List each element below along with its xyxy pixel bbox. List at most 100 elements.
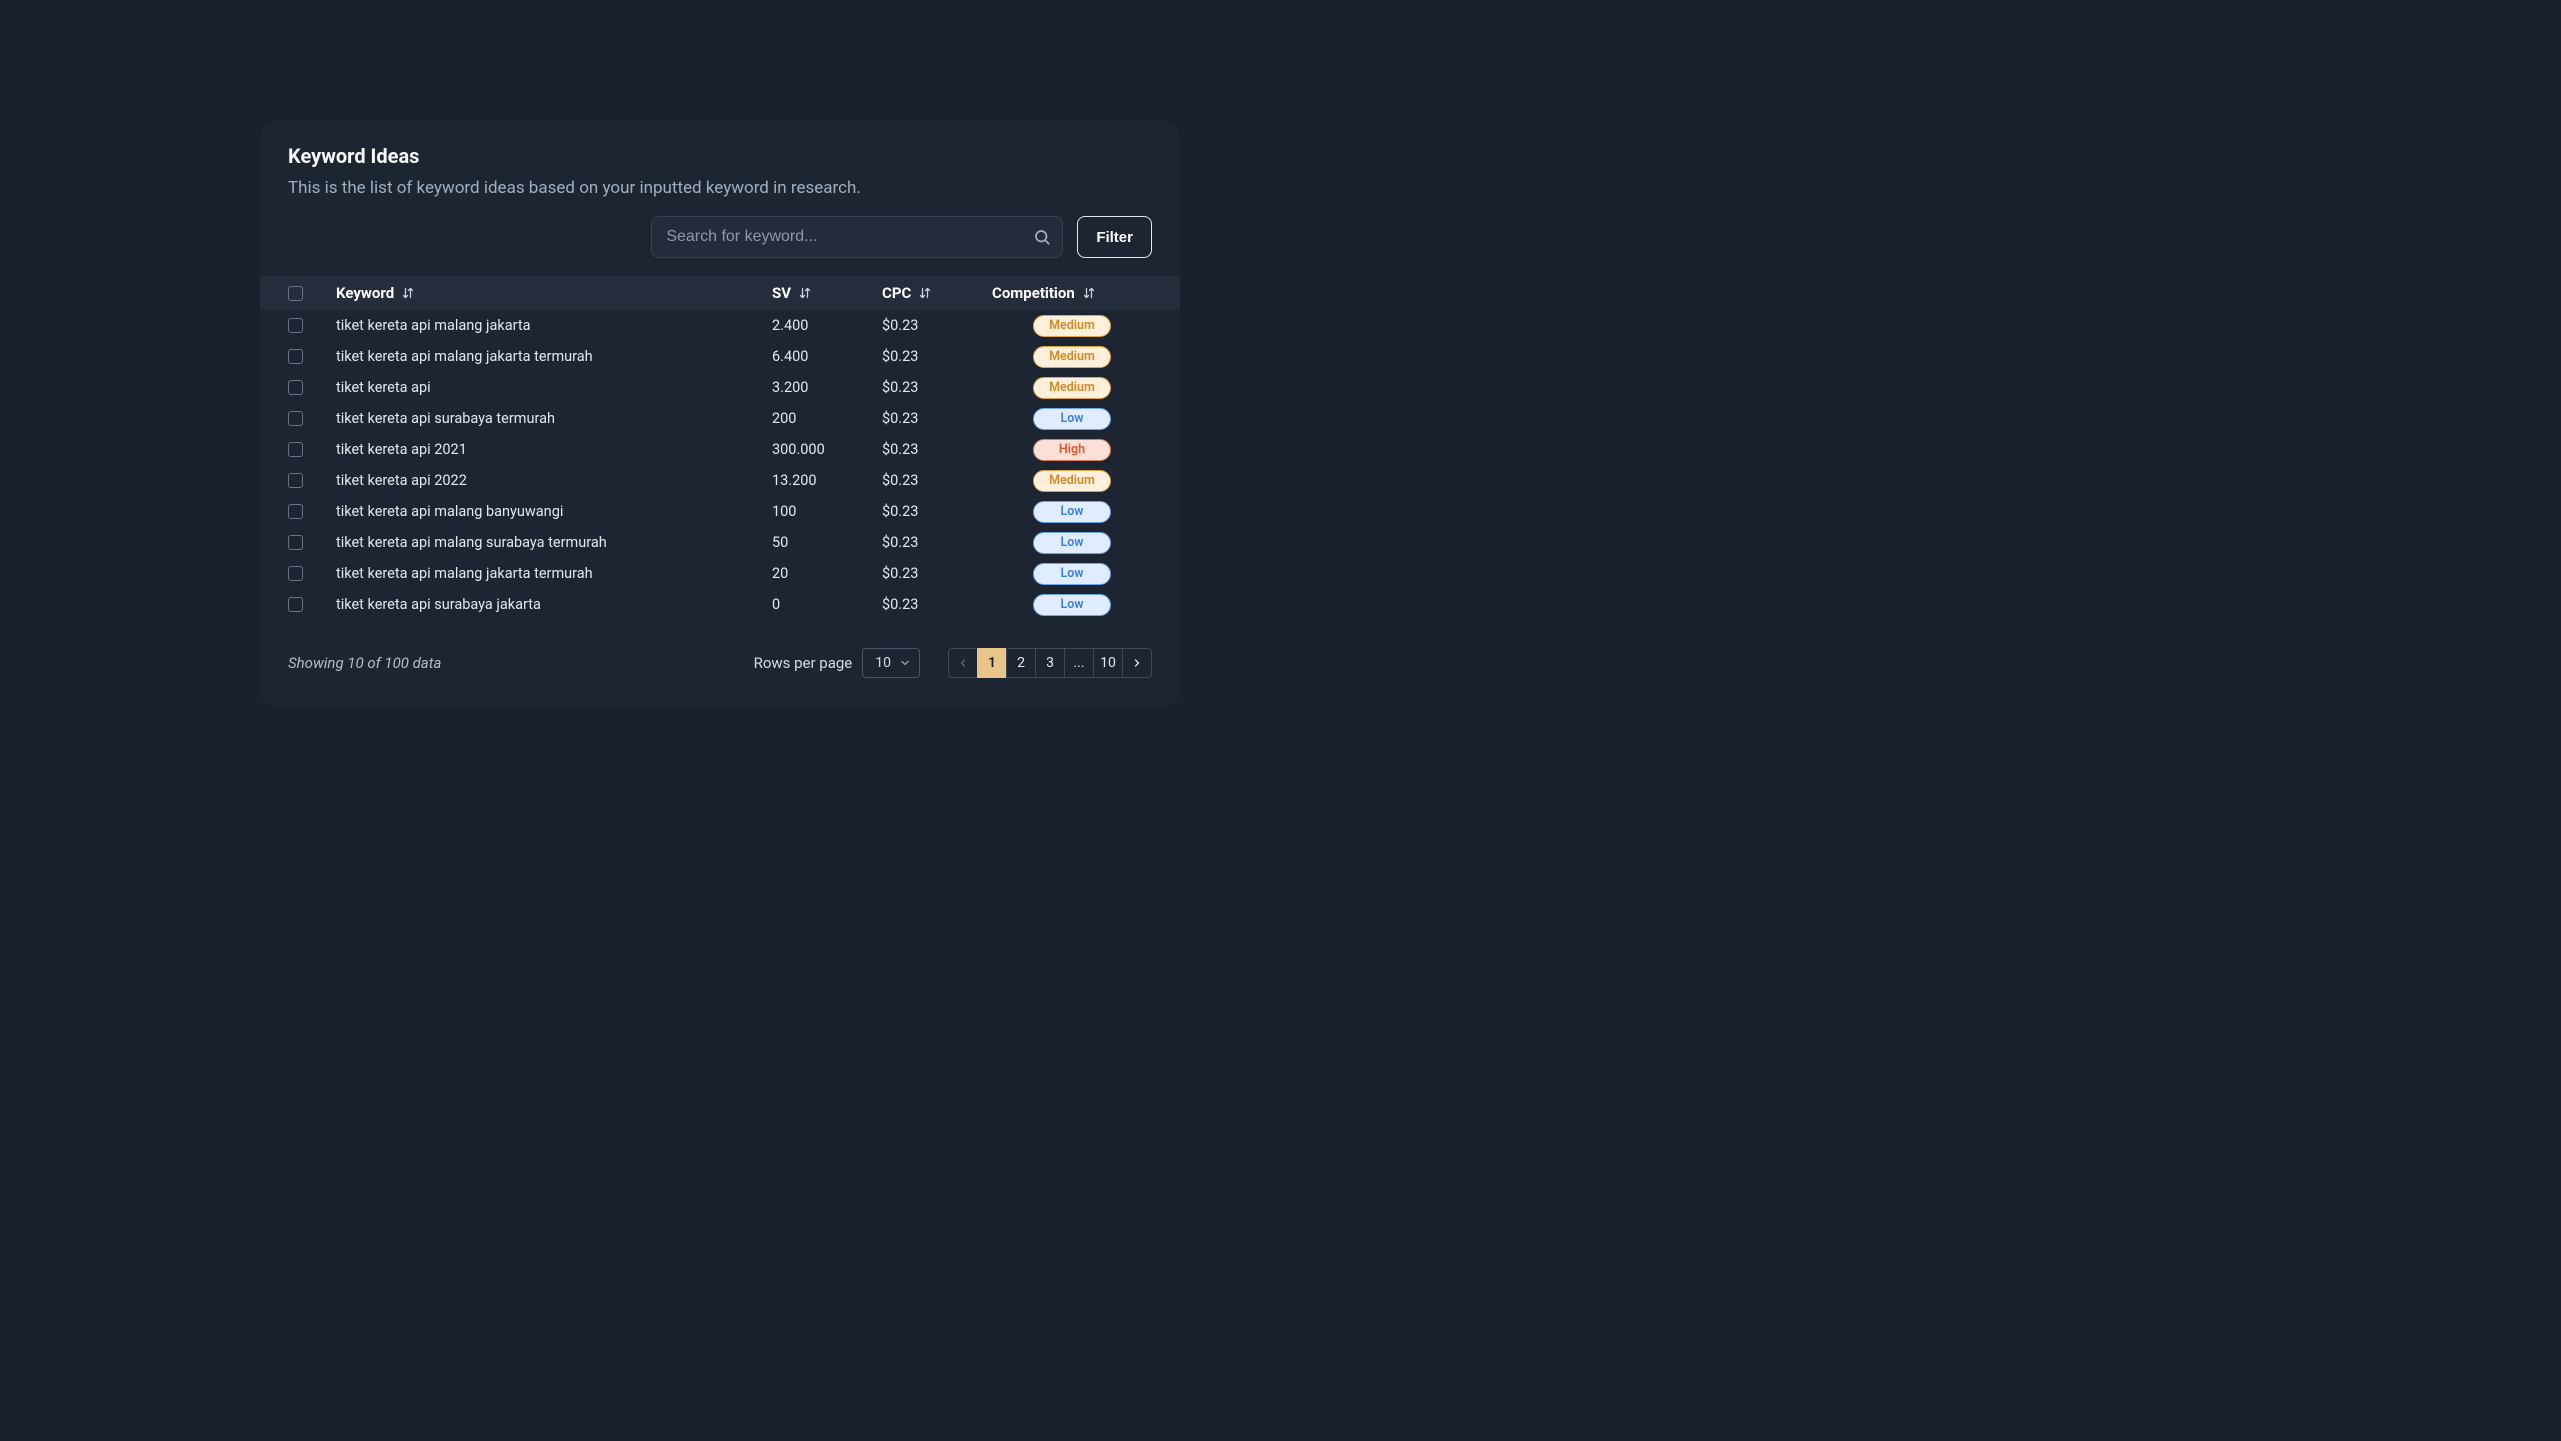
competition-badge: Medium bbox=[1033, 346, 1111, 368]
page-2[interactable]: 2 bbox=[1006, 648, 1036, 678]
cell-sv: 100 bbox=[772, 503, 882, 520]
row-checkbox[interactable] bbox=[288, 318, 303, 333]
select-all-checkbox[interactable] bbox=[288, 286, 303, 301]
table-row: tiket kereta api 2021 300.000 $0.23 High bbox=[260, 434, 1180, 465]
row-checkbox[interactable] bbox=[288, 535, 303, 550]
competition-badge: Low bbox=[1033, 594, 1111, 616]
col-competition[interactable]: Competition bbox=[992, 284, 1152, 302]
cell-keyword: tiket kereta api malang jakarta termurah bbox=[336, 565, 772, 582]
page-1[interactable]: 1 bbox=[977, 648, 1007, 678]
row-checkbox[interactable] bbox=[288, 473, 303, 488]
page-10[interactable]: 10 bbox=[1093, 648, 1123, 678]
cell-sv: 3.200 bbox=[772, 379, 882, 396]
sort-icon bbox=[402, 287, 414, 299]
table-row: tiket kereta api 3.200 $0.23 Medium bbox=[260, 372, 1180, 403]
rows-per-page-select[interactable]: 10 bbox=[862, 648, 920, 678]
competition-badge: Low bbox=[1033, 408, 1111, 430]
rows-per-page-value: 10 bbox=[875, 655, 891, 671]
keyword-ideas-card: Keyword Ideas This is the list of keywor… bbox=[260, 120, 1180, 706]
table-row: tiket kereta api malang surabaya termura… bbox=[260, 527, 1180, 558]
row-checkbox[interactable] bbox=[288, 380, 303, 395]
cell-sv: 0 bbox=[772, 596, 882, 613]
row-checkbox[interactable] bbox=[288, 349, 303, 364]
rows-per-page-label: Rows per page bbox=[754, 654, 853, 672]
table-footer: Showing 10 of 100 data Rows per page 10 … bbox=[260, 620, 1180, 682]
sort-icon bbox=[799, 287, 811, 299]
row-checkbox[interactable] bbox=[288, 504, 303, 519]
cell-cpc: $0.23 bbox=[882, 503, 992, 520]
col-cpc[interactable]: CPC bbox=[882, 284, 992, 302]
chevron-right-icon bbox=[1131, 657, 1143, 669]
competition-badge: Medium bbox=[1033, 470, 1111, 492]
cell-competition: Low bbox=[992, 408, 1152, 430]
cell-sv: 200 bbox=[772, 410, 882, 427]
competition-badge: Low bbox=[1033, 563, 1111, 585]
competition-badge: Medium bbox=[1033, 315, 1111, 337]
cell-competition: High bbox=[992, 439, 1152, 461]
table-row: tiket kereta api surabaya termurah 200 $… bbox=[260, 403, 1180, 434]
cell-sv: 300.000 bbox=[772, 441, 882, 458]
sort-icon bbox=[919, 287, 931, 299]
table-header: Keyword SV CPC Competition bbox=[260, 276, 1180, 310]
cell-keyword: tiket kereta api malang jakarta termurah bbox=[336, 348, 772, 365]
table-row: tiket kereta api 2022 13.200 $0.23 Mediu… bbox=[260, 465, 1180, 496]
cell-sv: 50 bbox=[772, 534, 882, 551]
table-row: tiket kereta api malang jakarta 2.400 $0… bbox=[260, 310, 1180, 341]
competition-badge: Medium bbox=[1033, 377, 1111, 399]
cell-competition: Low bbox=[992, 594, 1152, 616]
cell-competition: Medium bbox=[992, 346, 1152, 368]
page-3[interactable]: 3 bbox=[1035, 648, 1065, 678]
table-body: tiket kereta api malang jakarta 2.400 $0… bbox=[260, 310, 1180, 620]
search-input[interactable] bbox=[651, 216, 1063, 258]
col-keyword-label: Keyword bbox=[336, 284, 394, 302]
row-checkbox[interactable] bbox=[288, 597, 303, 612]
page-ellipsis: ... bbox=[1064, 648, 1094, 678]
cell-sv: 6.400 bbox=[772, 348, 882, 365]
col-sv[interactable]: SV bbox=[772, 284, 882, 302]
page-next[interactable] bbox=[1122, 648, 1152, 678]
cell-competition: Medium bbox=[992, 315, 1152, 337]
competition-badge: Low bbox=[1033, 532, 1111, 554]
cell-keyword: tiket kereta api malang jakarta bbox=[336, 317, 772, 334]
card-subtitle: This is the list of keyword ideas based … bbox=[288, 178, 1152, 198]
competition-badge: High bbox=[1033, 439, 1111, 461]
cell-sv: 2.400 bbox=[772, 317, 882, 334]
col-competition-label: Competition bbox=[992, 284, 1075, 302]
sort-icon bbox=[1083, 287, 1095, 299]
cell-competition: Low bbox=[992, 532, 1152, 554]
row-checkbox[interactable] bbox=[288, 566, 303, 581]
rows-per-page: Rows per page 10 bbox=[754, 648, 920, 678]
chevron-down-icon bbox=[899, 657, 911, 669]
cell-cpc: $0.23 bbox=[882, 596, 992, 613]
table-row: tiket kereta api malang banyuwangi 100 $… bbox=[260, 496, 1180, 527]
col-keyword[interactable]: Keyword bbox=[336, 284, 772, 302]
cell-keyword: tiket kereta api malang banyuwangi bbox=[336, 503, 772, 520]
chevron-left-icon bbox=[957, 657, 969, 669]
cell-keyword: tiket kereta api surabaya termurah bbox=[336, 410, 772, 427]
keyword-table: Keyword SV CPC Competition bbox=[260, 276, 1180, 620]
search-icon bbox=[1033, 228, 1051, 246]
cell-competition: Medium bbox=[992, 470, 1152, 492]
page-prev[interactable] bbox=[948, 648, 978, 678]
cell-cpc: $0.23 bbox=[882, 317, 992, 334]
cell-cpc: $0.23 bbox=[882, 441, 992, 458]
competition-badge: Low bbox=[1033, 501, 1111, 523]
cell-competition: Medium bbox=[992, 377, 1152, 399]
cell-cpc: $0.23 bbox=[882, 472, 992, 489]
cell-cpc: $0.23 bbox=[882, 534, 992, 551]
card-header: Keyword Ideas This is the list of keywor… bbox=[260, 144, 1180, 198]
row-checkbox[interactable] bbox=[288, 442, 303, 457]
table-row: tiket kereta api malang jakarta termurah… bbox=[260, 341, 1180, 372]
cell-sv: 20 bbox=[772, 565, 882, 582]
cell-keyword: tiket kereta api malang surabaya termura… bbox=[336, 534, 772, 551]
cell-keyword: tiket kereta api 2021 bbox=[336, 441, 772, 458]
cell-keyword: tiket kereta api 2022 bbox=[336, 472, 772, 489]
cell-cpc: $0.23 bbox=[882, 410, 992, 427]
row-checkbox[interactable] bbox=[288, 411, 303, 426]
table-row: tiket kereta api surabaya jakarta 0 $0.2… bbox=[260, 589, 1180, 620]
filter-button[interactable]: Filter bbox=[1077, 216, 1152, 258]
table-row: tiket kereta api malang jakarta termurah… bbox=[260, 558, 1180, 589]
showing-text: Showing 10 of 100 data bbox=[288, 654, 441, 672]
cell-competition: Low bbox=[992, 563, 1152, 585]
cell-cpc: $0.23 bbox=[882, 565, 992, 582]
